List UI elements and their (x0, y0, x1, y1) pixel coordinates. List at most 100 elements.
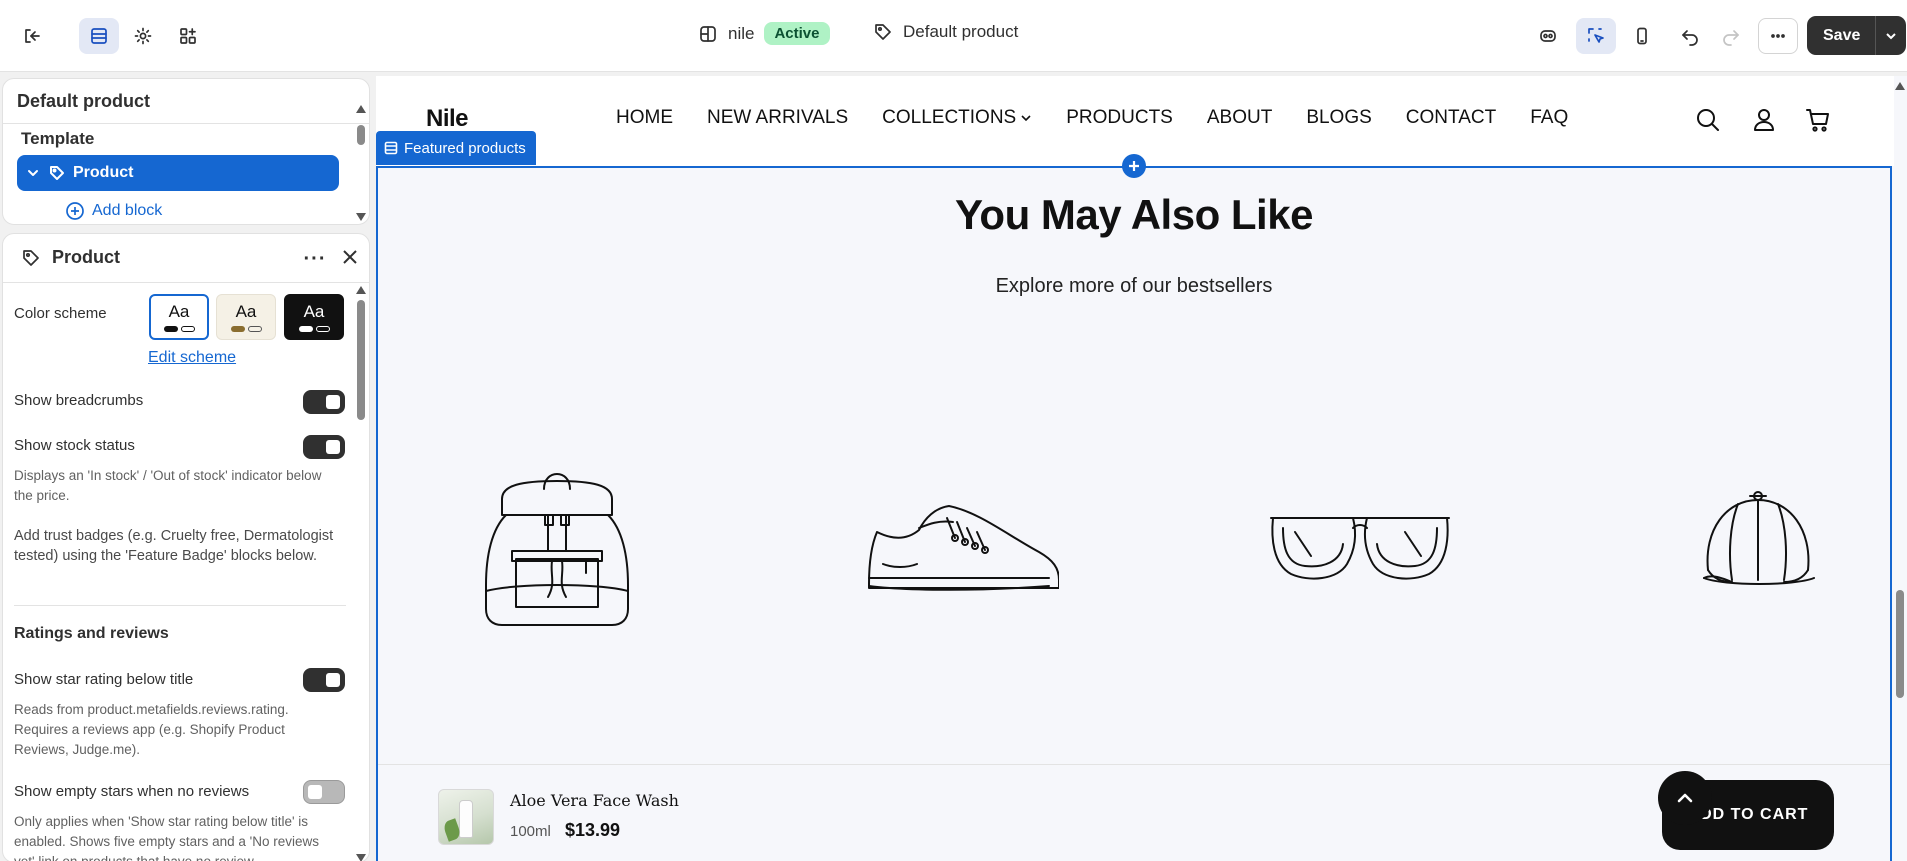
product-card-cap[interactable] (1694, 486, 1824, 599)
add-section-button[interactable] (1122, 154, 1146, 178)
nav-item-products[interactable]: PRODUCTS (1066, 107, 1173, 129)
apps-button[interactable] (168, 18, 208, 54)
nav-item-collections[interactable]: COLLECTIONS (882, 107, 1032, 129)
chevron-down-icon (1886, 32, 1897, 39)
template-selector[interactable]: Default product (873, 22, 1018, 42)
main-nav: HOME NEW ARRIVALS COLLECTIONS PRODUCTS A… (616, 107, 1568, 129)
more-options-button[interactable]: ··· (301, 246, 329, 272)
ratings-heading: Ratings and reviews (14, 625, 169, 642)
nav-item-contact[interactable]: CONTACT (1406, 107, 1496, 129)
close-icon (343, 250, 357, 264)
select-tool-button[interactable] (1576, 18, 1616, 54)
edit-scheme-link[interactable]: Edit scheme (148, 349, 236, 367)
search-button[interactable] (1694, 106, 1722, 134)
more-actions-button[interactable] (1758, 18, 1798, 54)
preview-inspector-button[interactable] (1528, 18, 1568, 54)
sections-icon (91, 28, 107, 44)
store-layout-icon (700, 25, 716, 42)
scheme-swatches (298, 326, 330, 332)
save-button[interactable]: Save (1807, 16, 1877, 55)
sticky-product-price: $13.99 (565, 820, 621, 840)
redo-icon (1723, 30, 1739, 46)
color-scheme-option-1[interactable]: Aa (149, 294, 209, 340)
template-heading: Template (21, 129, 95, 148)
show-star-rating-toggle[interactable] (303, 668, 345, 692)
store-selector[interactable]: nile Active (698, 22, 830, 45)
product-card-backpack[interactable] (472, 451, 642, 634)
settings-panel-title: Product (52, 247, 121, 267)
section-heading: You May Also Like (955, 191, 1313, 238)
exit-icon (25, 29, 40, 43)
undo-button[interactable] (1670, 18, 1710, 54)
mobile-preview-button[interactable] (1622, 18, 1662, 54)
apps-icon (180, 28, 196, 44)
settings-panel-scrollbar[interactable] (355, 286, 367, 861)
color-scheme-label: Color scheme (14, 305, 107, 322)
tag-icon (50, 166, 64, 180)
section-tag[interactable]: Featured products (376, 131, 536, 165)
scheme-sample: Aa (235, 302, 257, 321)
scheme-sample: Aa (303, 302, 325, 321)
chevron-down-icon (28, 170, 38, 176)
cursor-select-icon (1588, 28, 1604, 43)
product-card-sneaker[interactable] (859, 494, 1060, 607)
scroll-thumb[interactable] (357, 300, 365, 420)
scroll-down-arrow[interactable] (356, 213, 366, 221)
settings-panel-header: Product ··· (3, 234, 369, 282)
gear-icon (134, 27, 152, 45)
template-panel-title: Default product (17, 91, 150, 111)
close-button[interactable] (339, 246, 365, 272)
undo-icon (1682, 30, 1698, 46)
scroll-thumb[interactable] (1896, 590, 1904, 698)
back-to-top-button[interactable] (1658, 771, 1712, 825)
show-stock-status-toggle[interactable] (303, 435, 345, 459)
plus-circle-icon (66, 202, 84, 220)
show-breadcrumbs-label: Show breadcrumbs (14, 392, 144, 409)
color-scheme-option-3[interactable]: Aa (284, 294, 344, 340)
section-tag-label: Featured products (404, 139, 526, 157)
scheme-sample: Aa (168, 302, 190, 321)
divider (3, 123, 369, 124)
store-header: Nile HOME NEW ARRIVALS COLLECTIONS PRODU… (376, 76, 1894, 166)
scroll-up-arrow[interactable] (356, 286, 366, 294)
scroll-thumb[interactable] (357, 125, 365, 145)
show-star-rating-label: Show star rating below title (14, 671, 194, 688)
inspector-icon (1540, 30, 1556, 42)
cart-button[interactable] (1804, 106, 1832, 134)
trust-badges-note: Add trust badges (e.g. Cruelty free, Der… (14, 528, 334, 564)
add-block-label: Add block (92, 202, 163, 219)
scroll-up-arrow[interactable] (1895, 82, 1905, 90)
account-button[interactable] (1750, 106, 1778, 134)
preview-scrollbar[interactable] (1894, 76, 1907, 861)
chevron-up-icon (1677, 793, 1693, 803)
nav-item-about[interactable]: ABOUT (1207, 107, 1272, 129)
nav-item-blogs[interactable]: BLOGS (1306, 107, 1371, 129)
section-subheading: Explore more of our bestsellers (995, 275, 1273, 297)
sunglasses-icon (1270, 517, 1450, 580)
nav-item-new-arrivals[interactable]: NEW ARRIVALS (707, 107, 848, 129)
show-empty-stars-label: Show empty stars when no reviews (14, 783, 250, 800)
show-breadcrumbs-toggle[interactable] (303, 390, 345, 414)
nav-item-home[interactable]: HOME (616, 107, 673, 129)
tag-icon (23, 250, 39, 266)
scheme-swatches (163, 326, 195, 332)
stock-status-description: Displays an 'In stock' / 'Out of stock' … (14, 468, 322, 503)
exit-button[interactable] (12, 18, 52, 54)
show-empty-stars-toggle[interactable] (303, 780, 345, 804)
scroll-up-arrow[interactable] (356, 105, 366, 113)
tree-item-product[interactable]: Product (17, 155, 339, 191)
theme-settings-button[interactable] (123, 18, 163, 54)
product-card-sunglasses[interactable] (1265, 506, 1455, 589)
color-scheme-option-2[interactable]: Aa (216, 294, 276, 340)
save-options-button[interactable] (1876, 16, 1906, 55)
store-logo[interactable]: Nile (426, 105, 469, 133)
nav-item-faq[interactable]: FAQ (1530, 107, 1568, 129)
add-block-button[interactable]: Add block (65, 201, 162, 221)
sticky-product-name: Aloe Vera Face Wash (510, 791, 679, 810)
template-panel-scrollbar[interactable] (355, 105, 367, 223)
tag-icon (875, 24, 891, 40)
scroll-down-arrow[interactable] (356, 854, 366, 861)
sections-button[interactable] (79, 18, 119, 54)
redo-button[interactable] (1711, 18, 1751, 54)
empty-stars-description: Only applies when 'Show star rating belo… (14, 814, 319, 861)
